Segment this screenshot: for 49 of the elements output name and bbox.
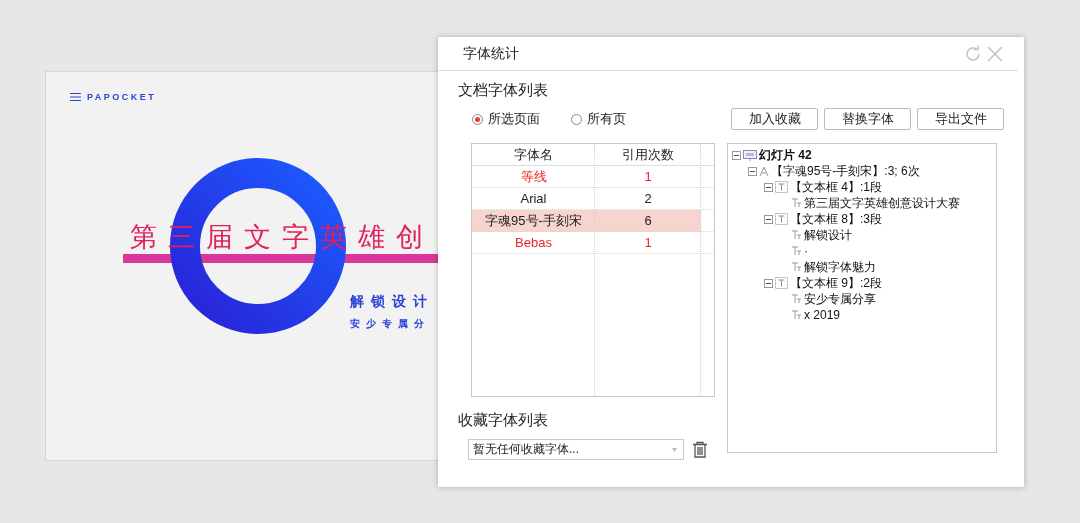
text-icon	[791, 198, 802, 208]
trash-icon[interactable]	[692, 441, 708, 458]
section-heading: 文档字体列表	[458, 81, 549, 100]
tree-item[interactable]: 解锁字体魅力	[804, 258, 876, 276]
tree-item[interactable]: x 2019	[804, 308, 841, 322]
menu-icon	[70, 93, 81, 101]
action-button[interactable]: 导出文件	[917, 108, 1004, 130]
table-cell: 1	[595, 232, 701, 254]
table-cell: 1	[595, 166, 701, 188]
tree-item[interactable]: 【文本框 4】:1段	[790, 178, 882, 196]
text-icon	[791, 230, 802, 240]
table-cell[interactable]: Bebas	[472, 232, 595, 254]
tree-item[interactable]: 【文本框 9】:2段	[790, 274, 882, 292]
text-icon	[791, 246, 802, 256]
table-cell: 6	[595, 210, 701, 232]
tree-item[interactable]: ·	[804, 244, 808, 258]
slide-tagline: 安少专属分	[350, 317, 430, 331]
radio-option[interactable]: 所有页	[571, 110, 656, 128]
collapse-icon[interactable]	[764, 278, 773, 288]
text-box-icon	[775, 181, 788, 193]
tree-item[interactable]: 幻灯片 42	[759, 146, 812, 164]
column-header: 引用次数	[621, 145, 675, 164]
tree-item[interactable]: 【字魂95号-手刻宋】:3; 6次	[771, 162, 920, 180]
table-cell[interactable]: 等线	[472, 166, 595, 188]
collapse-icon[interactable]	[748, 166, 757, 176]
slide-icon	[743, 149, 757, 161]
section-heading: 收藏字体列表	[458, 411, 549, 430]
text-box-icon	[775, 277, 788, 289]
favorites-dropdown[interactable]: 暂无任何收藏字体...	[468, 439, 684, 460]
column-header: 字体名	[513, 145, 554, 164]
tree-item[interactable]: 第三届文字英雄创意设计大赛	[804, 194, 960, 212]
text-box-icon	[775, 213, 788, 225]
collapse-icon[interactable]	[764, 214, 773, 224]
table-cell[interactable]: 字魂95号-手刻宋	[472, 210, 595, 232]
text-icon	[791, 294, 802, 304]
tree-item[interactable]: 解锁设计	[804, 226, 852, 244]
text-icon	[791, 262, 802, 272]
collapse-icon[interactable]	[764, 182, 773, 192]
letter-icon	[759, 165, 769, 177]
brand-name: PAPOCKET	[87, 92, 157, 102]
collapse-icon[interactable]	[732, 150, 741, 160]
tree-item[interactable]: 安少专属分享	[804, 290, 876, 308]
dialog-title: 字体统计	[463, 44, 520, 63]
action-button[interactable]: 加入收藏	[731, 108, 818, 130]
text-icon	[791, 310, 802, 320]
action-button[interactable]: 替换字体	[824, 108, 911, 130]
slide-subtitle: 解锁设计	[350, 293, 434, 311]
tree-item[interactable]: 【文本框 8】:3段	[790, 210, 882, 228]
radio-option[interactable]: 所选页面	[472, 110, 557, 128]
